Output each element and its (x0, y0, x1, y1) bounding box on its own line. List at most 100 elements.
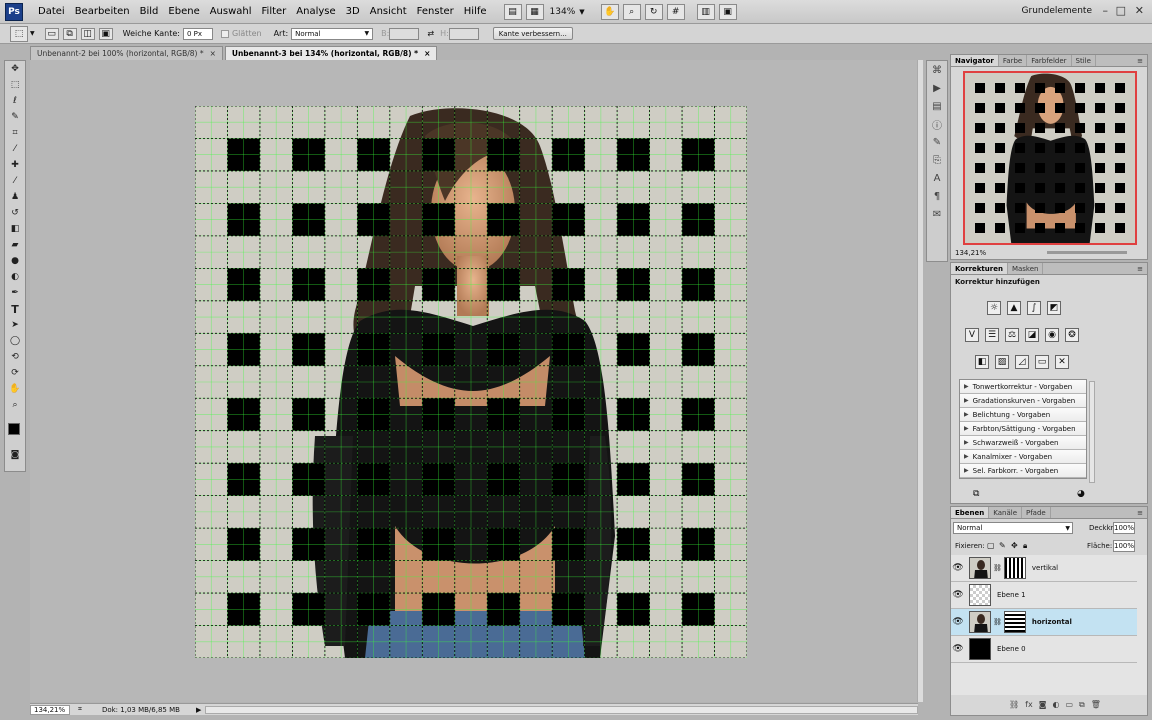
preset-item[interactable]: ▶ Kanalmixer - Vorgaben (960, 450, 1086, 464)
bridge-icon[interactable]: ▤ (503, 3, 522, 20)
tab-kanaele[interactable]: Kanäle (989, 507, 1022, 518)
brush-tool-icon[interactable]: ⁄ (5, 173, 25, 189)
preset-item[interactable]: ▶ Belichtung - Vorgaben (960, 408, 1086, 422)
menu-analyse[interactable]: Analyse (291, 6, 340, 17)
rect-marquee-preset-icon[interactable]: ⬚ (10, 25, 28, 42)
tab-unbenannt-3[interactable]: Unbenannt-3 bei 134% (horizontal, RGB/8)… (224, 46, 438, 60)
eye-icon[interactable]: 👁︎ (951, 590, 965, 600)
lock-transparency-icon[interactable]: ▢ (987, 541, 995, 550)
menu-filter[interactable]: Filter (257, 6, 292, 17)
subtract-selection-icon[interactable]: ◫ (80, 27, 95, 40)
lock-all-icon[interactable]: 🔒︎ (1023, 541, 1027, 551)
add-selection-icon[interactable]: ⧉ (62, 27, 77, 40)
new-group-icon[interactable]: ▭ (1065, 700, 1073, 710)
feather-input[interactable]: 0 Px (182, 27, 213, 40)
menu-bearbeiten[interactable]: Bearbeiten (70, 6, 135, 17)
minimize-icon[interactable]: – (1103, 4, 1109, 17)
eye-icon[interactable]: 👁︎ (951, 563, 965, 573)
navigator-zoom-value[interactable]: 134,21% (955, 249, 986, 257)
screen-mode-icon[interactable]: ▣ (718, 3, 737, 20)
workspace-switcher[interactable]: Grundelemente (1022, 6, 1092, 16)
delete-layer-icon[interactable]: 🗑︎ (1091, 700, 1101, 710)
style-dropdown[interactable]: Normal ▼ (291, 27, 374, 40)
close-icon[interactable]: ✕ (1135, 4, 1144, 17)
height-input[interactable] (448, 27, 479, 40)
presets-scrollbar[interactable] (1089, 381, 1095, 483)
blend-mode-dropdown[interactable]: Normal ▼ (953, 522, 1073, 534)
menu-datei[interactable]: Datei (33, 6, 70, 17)
actions-icon[interactable]: ▶ (927, 79, 947, 97)
grid-icon[interactable]: # (666, 3, 685, 20)
tab-close-icon[interactable]: × (210, 49, 216, 58)
tab-masken[interactable]: Masken (1008, 263, 1044, 274)
black-white-icon[interactable]: ◪ (1025, 328, 1039, 342)
invert-icon[interactable]: ◧ (975, 355, 989, 369)
type-tool-icon[interactable]: T (5, 301, 25, 317)
exposure-icon[interactable]: ◩ (1047, 301, 1061, 315)
histogram-icon[interactable]: ▤ (927, 97, 947, 115)
lasso-tool-icon[interactable]: ℓ (5, 93, 25, 109)
tab-navigator[interactable]: Navigator (951, 55, 999, 66)
panel-menu-icon[interactable]: ≡ (1133, 263, 1147, 274)
layer-row-horizontal[interactable]: 👁︎ ⛓ horizontal (951, 609, 1137, 636)
lock-position-icon[interactable]: ✥ (1011, 541, 1018, 550)
eye-icon[interactable]: 👁︎ (951, 644, 965, 654)
foreground-color-swatch[interactable] (8, 423, 20, 435)
dodge-tool-icon[interactable]: ◐ (5, 269, 25, 285)
tab-close-icon[interactable]: × (424, 49, 430, 58)
zoom-tool-icon[interactable]: ⌕ (5, 397, 25, 413)
opacity-input[interactable]: 100% (1113, 522, 1135, 534)
tab-korrekturen[interactable]: Korrekturen (951, 263, 1008, 274)
history-icon[interactable]: ⌘ (927, 61, 947, 79)
menu-fenster[interactable]: Fenster (412, 6, 459, 17)
tab-stile[interactable]: Stile (1072, 55, 1096, 66)
pen-tool-icon[interactable]: ✒ (5, 285, 25, 301)
vibrance-icon[interactable]: V (965, 328, 979, 342)
brushes-icon[interactable]: ✎ (927, 133, 947, 151)
layer-row-ebene-1[interactable]: 👁︎ Ebene 1 (951, 582, 1137, 609)
layer-mask-thumbnail[interactable] (1003, 611, 1026, 633)
crop-tool-icon[interactable]: ⌗ (5, 125, 25, 141)
fill-input[interactable]: 100% (1113, 540, 1135, 552)
tab-unbenannt-2[interactable]: Unbenannt-2 bei 100% (horizontal, RGB/8)… (30, 46, 223, 60)
preset-item[interactable]: ▶ Gradationskurven - Vorgaben (960, 394, 1086, 408)
clip-to-layer-icon[interactable]: ⧉ (973, 489, 979, 499)
info-icon[interactable]: ⓘ (927, 115, 947, 133)
quick-select-tool-icon[interactable]: ✎ (5, 109, 25, 125)
layer-row-vertikal[interactable]: 👁︎ ⛓ vertikal (951, 555, 1137, 582)
character-icon[interactable]: A (927, 169, 947, 187)
tab-farbe[interactable]: Farbe (999, 55, 1028, 66)
paragraph-icon[interactable]: ¶ (927, 187, 947, 205)
preset-item[interactable]: ▶ Farbton/Sättigung - Vorgaben (960, 422, 1086, 436)
new-adjustment-icon[interactable]: ◐ (1052, 700, 1059, 710)
threshold-icon[interactable]: ◿ (1015, 355, 1029, 369)
clone-source-icon[interactable]: ⎘ (927, 151, 947, 169)
panel-menu-icon[interactable]: ≡ (1133, 507, 1147, 518)
width-input[interactable] (389, 27, 420, 40)
horizontal-scrollbar[interactable] (205, 705, 918, 714)
hand-tool-icon[interactable]: ✋ (5, 381, 25, 397)
shape-tool-icon[interactable]: ◯ (5, 333, 25, 349)
view-extras-icon[interactable]: ▦ (525, 3, 544, 20)
status-menu-arrow-icon[interactable]: ▶ (196, 706, 201, 714)
new-selection-icon[interactable]: ▭ (44, 27, 59, 40)
levels-icon[interactable]: ▲ (1007, 301, 1021, 315)
layer-name[interactable]: Ebene 0 (997, 645, 1026, 653)
lock-pixels-icon[interactable]: ✎ (999, 541, 1006, 550)
menu-hilfe[interactable]: Hilfe (459, 6, 492, 17)
link-layers-icon[interactable]: ⛓ (1009, 700, 1019, 710)
navigator-zoom-slider[interactable] (1047, 251, 1127, 254)
curves-icon[interactable]: ∫ (1027, 301, 1041, 315)
hand-tool-icon[interactable]: ✋ (600, 3, 619, 20)
rotate-view-icon[interactable]: ↻ (644, 3, 663, 20)
layer-style-icon[interactable]: fx (1025, 700, 1033, 710)
zoom-level-dropdown[interactable]: 134% (546, 7, 580, 17)
layer-mask-thumbnail[interactable] (1003, 557, 1026, 579)
menu-ebene[interactable]: Ebene (163, 6, 204, 17)
color-balance-icon[interactable]: ⚖ (1005, 328, 1019, 342)
zoom-tool-icon[interactable]: ⌕ (622, 3, 641, 20)
hue-saturation-icon[interactable]: ☰ (985, 328, 999, 342)
layer-name[interactable]: horizontal (1032, 618, 1072, 626)
blur-tool-icon[interactable]: ● (5, 253, 25, 269)
path-select-tool-icon[interactable]: ➤ (5, 317, 25, 333)
